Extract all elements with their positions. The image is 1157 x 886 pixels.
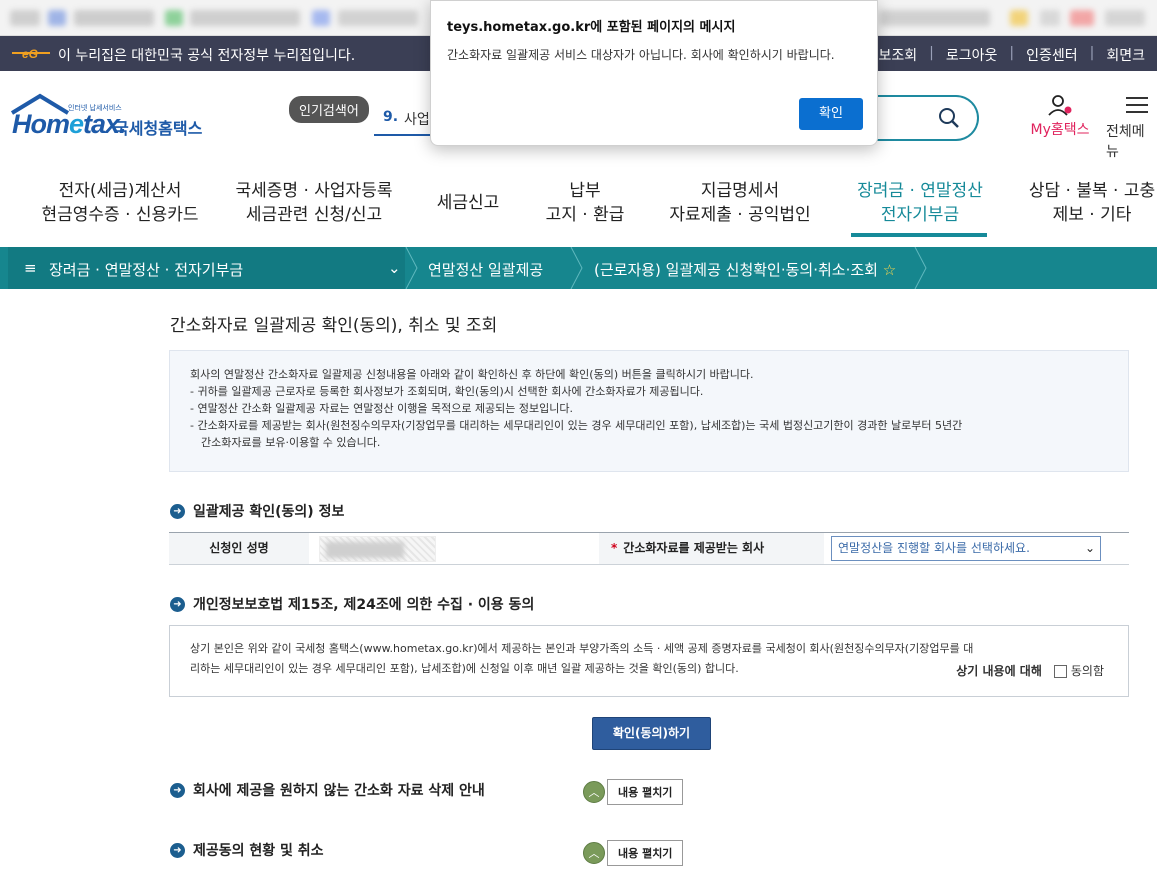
breadcrumb-separator-icon [914, 247, 927, 289]
applicant-name-value [319, 536, 436, 562]
arrow-bullet-icon: ➜ [170, 782, 185, 798]
company-label: * 간소화자료를 제공받는 회사 [599, 533, 824, 564]
arrow-bullet-icon: ➜ [170, 596, 185, 612]
popular-keywords-label: 인기검색어 [289, 96, 369, 123]
top-utility-links: 원정보조회 | 로그아웃 | 인증센터 | 회면크 [841, 45, 1157, 65]
gnb-consultation[interactable]: 상담 · 불복 · 고충 제보 · 기타 [1022, 179, 1157, 227]
gnb-year-end-settlement[interactable]: 장려금 · 연말정산 전자기부금 [845, 179, 995, 227]
menu-icon: ≡ [24, 259, 37, 277]
gov-notice-text: 이 누리집은 대한민국 공식 전자정부 누리집입니다. [58, 48, 356, 64]
popular-keyword-rank: 9. [383, 109, 399, 125]
dialog-ok-button[interactable]: 확인 [799, 98, 863, 130]
main-navigation: 전자(세금)계산서 현금영수증 · 신용카드 국세증명 · 사업자등록 세금관련 신… [0, 166, 1157, 246]
confirm-consent-button[interactable]: 확인(동의)하기 [592, 717, 711, 750]
consent-row: 상기 내용에 대해 동의함 [956, 661, 1104, 681]
page-title: 간소화자료 일괄제공 확인(동의), 취소 및 조회 [170, 316, 498, 336]
gnb-certificates[interactable]: 국세증명 · 사업자등록 세금관련 신청/신고 [224, 179, 404, 227]
applicant-name-label: 신청인 성명 [169, 533, 309, 564]
chevron-up-icon: ︿ [583, 842, 605, 864]
company-select[interactable]: 연말정산을 진행할 회사를 선택하세요. ⌄ [831, 536, 1101, 561]
link-cert-center[interactable]: 인증센터 [1014, 45, 1090, 65]
dialog-title: teys.hometax.go.kr에 포함된 페이지의 메시지 [447, 20, 736, 35]
category-dropdown[interactable]: ≡ 장려금 · 연말정산 · 전자기부금 ⌄ [8, 247, 405, 289]
hamburger-icon [1126, 97, 1148, 113]
agree-checkbox-label[interactable]: 동의함 [1071, 661, 1104, 681]
section-consent-status: ➜ 제공동의 현황 및 취소 [170, 840, 324, 860]
breadcrumb-separator-icon [570, 247, 583, 289]
dialog-message: 간소화자료 일괄제공 서비스 대상자가 아닙니다. 회사에 확인하시기 바랍니다… [447, 48, 835, 62]
search-icon[interactable] [938, 107, 960, 129]
section-confirm-info: ➜ 일괄제공 확인(동의) 정보 [170, 501, 344, 521]
all-menu-button[interactable]: 전체메뉴 [1106, 93, 1157, 161]
section-delete-guide: ➜ 회사에 제공을 원하지 않는 간소화 자료 삭제 안내 [170, 780, 485, 800]
gnb-payment-statements[interactable]: 지급명세서 자료제출 · 공익법인 [660, 179, 820, 227]
breadcrumb-item-bulk-provision[interactable]: 연말정산 일괄제공 [428, 259, 543, 280]
section-privacy-consent: ➜ 개인정보보호법 제15조, 제24조에 의한 수집 · 이용 동의 [170, 594, 534, 614]
info-notice-box: 회사의 연말정산 간소화자료 일괄제공 신청내용을 아래와 같이 확인하신 후 … [169, 350, 1129, 472]
expand-delete-guide[interactable]: ︿ 내용 펼치기 [583, 779, 684, 805]
egov-logo-icon: eG [12, 47, 50, 60]
hometax-logo[interactable]: 인터넷 납세서비스 Hometax. 국세청홈택스 [10, 93, 230, 148]
gnb-active-indicator [851, 233, 987, 237]
chevron-down-icon: ⌄ [1084, 541, 1095, 555]
consent-box: 상기 본인은 위와 같이 국세청 홈택스(www.hometax.go.kr)에… [169, 625, 1129, 697]
gnb-e-invoice[interactable]: 전자(세금)계산서 현금영수증 · 신용카드 [30, 179, 210, 227]
my-hometax-button[interactable]: My홈택스 [1024, 93, 1096, 139]
breadcrumb: ≡ 장려금 · 연말정산 · 전자기부금 ⌄ 연말정산 일괄제공 (근로자용) … [0, 247, 1157, 289]
user-icon [1048, 95, 1072, 116]
breadcrumb-separator-icon [405, 247, 418, 289]
arrow-bullet-icon: ➜ [170, 842, 185, 858]
arrow-bullet-icon: ➜ [170, 503, 185, 519]
expand-consent-status[interactable]: ︿ 내용 펼치기 [583, 840, 684, 866]
favorite-star-icon[interactable]: ☆ [883, 261, 896, 279]
confirm-info-table: 신청인 성명 * 간소화자료를 제공받는 회사 연말정산을 진행할 회사를 선택하… [169, 532, 1129, 565]
expand-button[interactable]: 내용 펼치기 [607, 779, 684, 805]
link-screen-zoom[interactable]: 회면크 [1094, 45, 1157, 65]
gnb-payment[interactable]: 납부 고지 · 환급 [530, 179, 640, 227]
gnb-tax-filing[interactable]: 세금신고 [428, 191, 508, 215]
link-logout[interactable]: 로그아웃 [934, 45, 1010, 65]
agree-checkbox[interactable] [1053, 664, 1067, 678]
expand-button[interactable]: 내용 펼치기 [607, 840, 684, 866]
alert-dialog: teys.hometax.go.kr에 포함된 페이지의 메시지 간소화자료 일… [430, 0, 878, 146]
svg-text:eG: eG [22, 47, 38, 60]
breadcrumb-item-current[interactable]: (근로자용) 일괄제공 신청확인·동의·취소·조회 ☆ [594, 259, 896, 280]
popular-keyword[interactable]: 사업 [404, 109, 430, 129]
chevron-down-icon: ⌄ [388, 259, 401, 277]
chevron-up-icon: ︿ [583, 781, 605, 803]
